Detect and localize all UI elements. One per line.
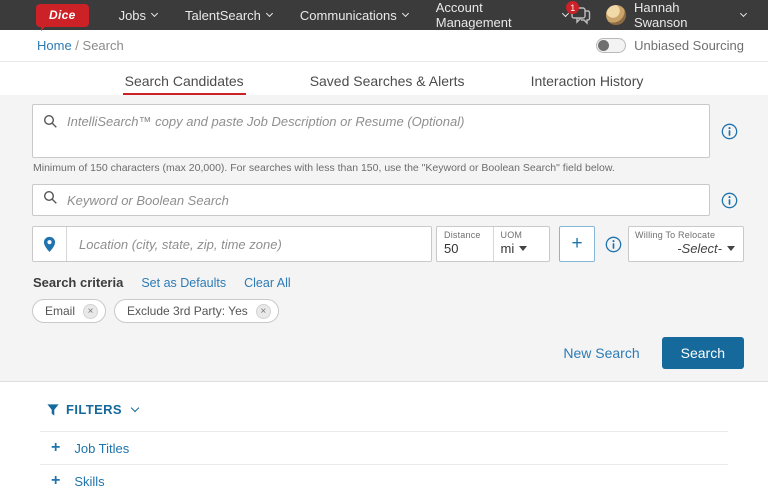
uom-label: UOM	[501, 230, 550, 240]
filter-job-titles[interactable]: + Job Titles	[40, 431, 728, 464]
search-icon	[43, 114, 58, 134]
set-as-defaults-link[interactable]: Set as Defaults	[141, 276, 226, 290]
dice-logo[interactable]: Dice	[36, 4, 89, 27]
tab-interaction-history[interactable]: Interaction History	[529, 66, 646, 95]
menu-account-management[interactable]: Account Management	[436, 0, 569, 30]
clear-all-link[interactable]: Clear All	[244, 276, 291, 290]
intellisearch-helper-text: Minimum of 150 characters (max 20,000). …	[33, 162, 744, 174]
relocate-label: Willing To Relocate	[635, 230, 735, 240]
dropdown-arrow-icon	[519, 246, 527, 251]
user-name: Hannah Swanson	[634, 0, 735, 30]
keyword-field[interactable]	[32, 184, 710, 216]
new-search-link[interactable]: New Search	[563, 345, 639, 361]
search-tabs: Search Candidates Saved Searches & Alert…	[0, 62, 768, 95]
chevron-down-icon	[266, 10, 273, 17]
messages-icon[interactable]: 1	[568, 5, 592, 25]
breadcrumb-bar: Home / Search Unbiased Sourcing	[0, 30, 768, 62]
tab-search-candidates[interactable]: Search Candidates	[123, 66, 246, 95]
menu-talentsearch[interactable]: TalentSearch	[185, 0, 272, 30]
search-criteria-title: Search criteria	[33, 275, 123, 290]
toggle-knob	[598, 40, 609, 51]
breadcrumb-home-link[interactable]: Home	[37, 38, 72, 53]
willing-to-relocate-select[interactable]: Willing To Relocate -Select-	[628, 226, 744, 262]
location-pin-icon	[43, 236, 56, 253]
chevron-down-icon	[131, 404, 139, 412]
tab-saved-searches-alerts[interactable]: Saved Searches & Alerts	[308, 66, 467, 95]
uom-value: mi	[501, 241, 515, 256]
expand-plus-icon: +	[51, 440, 60, 456]
intellisearch-input[interactable]	[67, 114, 699, 154]
distance-value[interactable]: 50	[444, 241, 493, 256]
keyword-input[interactable]	[67, 193, 699, 208]
breadcrumb: Home / Search	[37, 38, 124, 53]
remove-chip-icon[interactable]: ×	[256, 304, 271, 319]
avatar	[606, 5, 626, 25]
criteria-chips: Email × Exclude 3rd Party: Yes ×	[32, 299, 744, 323]
relocate-value: -Select-	[677, 241, 722, 256]
dropdown-arrow-icon	[727, 246, 735, 251]
main-menu: Jobs TalentSearch Communications Account…	[119, 0, 569, 30]
info-icon[interactable]	[605, 236, 622, 253]
filters-title: FILTERS	[66, 402, 122, 417]
user-menu[interactable]: Hannah Swanson	[606, 0, 746, 30]
top-navbar: Dice Jobs TalentSearch Communications Ac…	[0, 0, 768, 30]
filter-funnel-icon	[47, 404, 59, 416]
remove-chip-icon[interactable]: ×	[83, 304, 98, 319]
navbar-right: 1 Hannah Swanson	[568, 0, 746, 30]
filter-skills[interactable]: + Skills	[40, 464, 728, 497]
unbiased-sourcing-toggle[interactable]	[596, 38, 626, 53]
menu-jobs[interactable]: Jobs	[119, 0, 157, 30]
info-icon[interactable]	[721, 192, 738, 209]
expand-plus-icon: +	[51, 473, 60, 489]
intellisearch-field[interactable]	[32, 104, 710, 158]
menu-communications[interactable]: Communications	[300, 0, 408, 30]
location-field[interactable]	[32, 226, 432, 262]
chip-email: Email ×	[32, 299, 106, 323]
chevron-down-icon	[402, 10, 409, 17]
distance-field[interactable]: Distance 50	[437, 227, 493, 261]
distance-label: Distance	[444, 230, 493, 240]
search-panel: Minimum of 150 characters (max 20,000). …	[0, 95, 768, 382]
chip-exclude-3rd-party: Exclude 3rd Party: Yes ×	[114, 299, 279, 323]
info-icon[interactable]	[721, 123, 738, 140]
location-input[interactable]	[67, 237, 431, 252]
filters-section: FILTERS + Job Titles + Skills + Companie…	[0, 382, 768, 497]
breadcrumb-current: Search	[83, 38, 124, 53]
chevron-down-icon	[151, 10, 158, 17]
search-button[interactable]: Search	[662, 337, 744, 369]
filters-header[interactable]: FILTERS	[40, 398, 728, 431]
unbiased-sourcing-label: Unbiased Sourcing	[634, 38, 744, 53]
search-icon	[43, 190, 58, 210]
chevron-down-icon	[740, 10, 747, 17]
add-location-button[interactable]: +	[559, 226, 595, 262]
uom-select[interactable]: UOM mi	[493, 227, 550, 261]
